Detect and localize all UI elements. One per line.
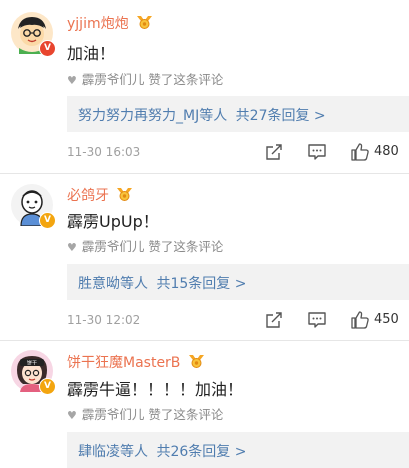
comment-meta: 11-30 16:03 480 (0, 142, 409, 164)
avatar[interactable]: V (11, 184, 56, 229)
reply-users[interactable]: 胜意呦等人 (78, 276, 148, 292)
heart-icon: ♥ (67, 74, 77, 87)
comment-text: 霹雳UpUp！ (67, 212, 159, 231)
reply-users[interactable]: 肆临凌等人 (78, 444, 148, 460)
verified-badge: V (39, 212, 56, 229)
username-text[interactable]: 必鸽牙 (67, 188, 109, 204)
username[interactable]: 必鸽牙 (67, 185, 133, 205)
reply-count-link[interactable]: 共27条回复 > (236, 108, 326, 124)
liked-by-text: 霹雳爷们儿 赞了这条评论 (81, 239, 224, 254)
reply-summary[interactable]: 胜意呦等人 共15条回复 > (67, 264, 409, 300)
liked-by-line: ♥ 霹雳爷们儿 赞了这条评论 (67, 69, 223, 88)
divider (0, 173, 409, 174)
medal-icon (188, 355, 204, 368)
like-count: 450 (374, 312, 399, 327)
comment-meta: 11-30 12:02 450 (0, 310, 409, 332)
username[interactable]: yjjim炮炮 (67, 13, 153, 33)
reply-users[interactable]: 努力努力再努力_MJ等人 (78, 108, 227, 124)
divider (0, 340, 409, 341)
username-text[interactable]: 饼干狂魔MasterB (67, 355, 180, 371)
comment-text: 加油！ (67, 44, 116, 63)
reply-count-link[interactable]: 共26条回复 > (156, 444, 246, 460)
verified-badge: V (39, 40, 56, 57)
username-text[interactable]: yjjim炮炮 (67, 16, 129, 32)
svg-text:饼干: 饼干 (27, 360, 37, 367)
share-icon[interactable] (264, 142, 284, 162)
username[interactable]: 饼干狂魔MasterB (67, 352, 205, 372)
verified-badge: V (39, 378, 56, 395)
avatar[interactable]: 饼干 V (11, 350, 56, 395)
avatar[interactable]: V (11, 12, 56, 57)
liked-by-line: ♥ 霹雳爷们儿 赞了这条评论 (67, 404, 223, 423)
reply-summary[interactable]: 努力努力再努力_MJ等人 共27条回复 > (67, 96, 409, 132)
heart-icon: ♥ (67, 241, 77, 254)
medal-icon (117, 188, 133, 201)
share-icon[interactable] (264, 310, 284, 330)
thumbs-up-icon[interactable] (350, 142, 370, 162)
liked-by-text: 霹雳爷们儿 赞了这条评论 (81, 72, 224, 87)
liked-by-line: ♥ 霹雳爷们儿 赞了这条评论 (67, 236, 223, 255)
comment-time: 11-30 16:03 (67, 145, 141, 159)
like-count: 480 (374, 144, 399, 159)
heart-icon: ♥ (67, 409, 77, 422)
medal-icon (137, 16, 153, 29)
comment-icon[interactable] (307, 142, 327, 162)
comment-time: 11-30 12:02 (67, 313, 141, 327)
liked-by-text: 霹雳爷们儿 赞了这条评论 (81, 407, 224, 422)
comment-icon[interactable] (307, 310, 327, 330)
reply-count-link[interactable]: 共15条回复 > (156, 276, 246, 292)
comment-text: 霹雳牛逼！！！！加油！ (67, 380, 244, 399)
thumbs-up-icon[interactable] (350, 310, 370, 330)
